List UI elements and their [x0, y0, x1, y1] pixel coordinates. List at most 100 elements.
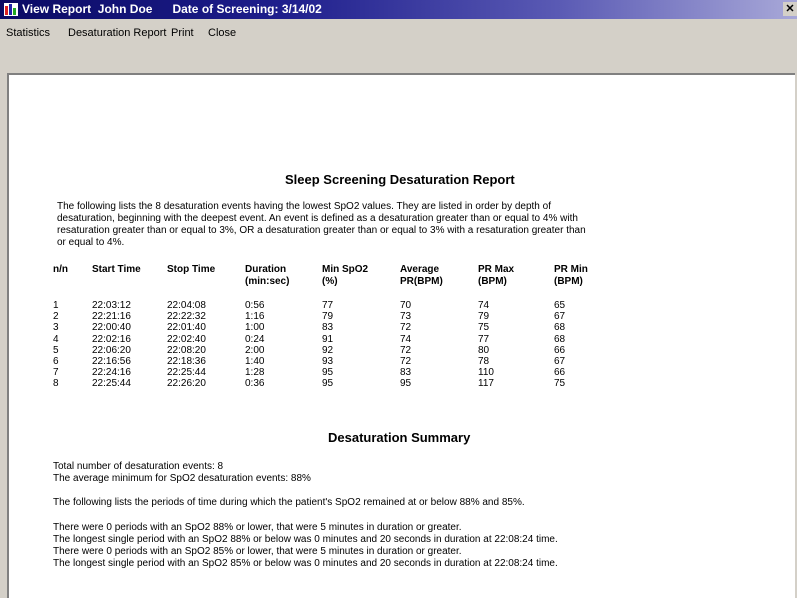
table-cell: 77: [478, 333, 490, 345]
table-cell: 22:26:20: [167, 378, 206, 390]
close-window-button[interactable]: ✕: [783, 2, 797, 16]
table-cell: 4: [53, 333, 59, 345]
table-cell: 75: [478, 322, 490, 334]
column-header: n/n: [53, 264, 68, 276]
table-cell: 68: [554, 322, 566, 334]
column-header-line: n/n: [53, 264, 68, 275]
table-cell: 117: [478, 378, 494, 390]
table-cell: 0:56: [245, 300, 265, 311]
column-header: Start Time: [92, 264, 141, 276]
desaturation-table: n/n Start Time Stop Time Duration (min:sec) M…: [9, 75, 797, 405]
table-cell: 70: [400, 300, 412, 311]
table-cell: 95: [322, 378, 334, 390]
column-header-line: Duration: [245, 264, 287, 275]
summary-total-events: Total number of desaturation events: 8: [53, 461, 224, 472]
menu-print[interactable]: Print: [171, 27, 194, 39]
table-cell: 1:40: [245, 356, 265, 367]
table-cell: 1:00: [245, 322, 265, 334]
column-header: PR Max (BPM): [478, 264, 514, 288]
table-cell: 1:16: [245, 311, 265, 323]
table-cell: 1:28: [245, 367, 265, 379]
table-cell: 74: [478, 300, 490, 311]
column-header-line: Start Time: [92, 264, 141, 275]
table-cell: 72: [400, 322, 412, 334]
table-cell: 67: [554, 356, 566, 367]
table-cell: 65: [554, 300, 566, 311]
table-cell: 5: [53, 344, 59, 356]
table-cell: 83: [322, 322, 334, 334]
table-cell: 68: [554, 333, 566, 345]
table-cell: 22:03:12: [92, 300, 131, 311]
window-title: View Report John Doe Date of Screening: …: [22, 2, 322, 16]
table-cell: 79: [478, 311, 490, 323]
table-cell: 67: [554, 311, 566, 323]
column-header-line: Average: [400, 264, 440, 275]
table-cell: 1: [53, 300, 59, 311]
table-cell: 22:04:08: [167, 300, 206, 311]
column-header-line: (BPM): [478, 276, 507, 287]
table-cell: 22:24:16: [92, 367, 131, 379]
column-header-line: Min SpO2: [322, 264, 369, 275]
table-cell: 0:24: [245, 333, 265, 345]
table-cell: 79: [322, 311, 334, 323]
table-cell: 22:02:16: [92, 333, 131, 345]
app-chart-icon: [4, 3, 18, 16]
table-cell: 110: [478, 367, 494, 379]
column-header: Average PR(BPM): [400, 264, 443, 288]
table-cell: 22:06:20: [92, 344, 131, 356]
column-header: Min SpO2 (%): [322, 264, 368, 288]
table-cell: 78: [478, 356, 490, 367]
table-cell: 83: [400, 367, 412, 379]
table-cell: 77: [322, 300, 334, 311]
table-cell: 91: [322, 333, 334, 345]
table-cell: 22:00:40: [92, 322, 131, 334]
column-header-line: (min:sec): [245, 276, 290, 287]
table-cell: 22:22:32: [167, 311, 206, 323]
table-cell: 2:00: [245, 344, 265, 356]
table-cell: 22:01:40: [167, 322, 206, 334]
summary-line: The longest single period with an SpO2 8…: [53, 534, 558, 545]
summary-line: There were 0 periods with an SpO2 88% or…: [53, 522, 462, 533]
table-cell: 73: [400, 311, 412, 323]
menu-statistics[interactable]: Statistics: [6, 27, 50, 39]
table-cell: 22:02:40: [167, 333, 206, 345]
column-header: PR Min (BPM): [554, 264, 588, 288]
summary-title: Desaturation Summary: [328, 430, 471, 445]
summary-average-min: The average minimum for SpO2 desaturatio…: [53, 473, 311, 484]
table-cell: 6: [53, 356, 59, 367]
table-cell: 22:25:44: [92, 378, 131, 390]
table-cell: 66: [554, 344, 566, 356]
column-header-line: (BPM): [554, 276, 583, 287]
column-header-line: PR(BPM): [400, 276, 443, 287]
title-bar: View Report John Doe Date of Screening: …: [0, 0, 797, 19]
table-cell: 22:08:20: [167, 344, 206, 356]
menu-desaturation-report[interactable]: Desaturation Report: [68, 27, 166, 39]
table-cell: 66: [554, 367, 566, 379]
column-header-line: Stop Time: [167, 264, 216, 275]
table-cell: 95: [400, 378, 412, 390]
table-cell: 2: [53, 311, 59, 323]
summary-line: There were 0 periods with an SpO2 85% or…: [53, 546, 462, 557]
column-header-line: PR Max: [478, 264, 515, 275]
summary-line: The longest single period with an SpO2 8…: [53, 558, 558, 569]
column-header-line: PR Min: [554, 264, 588, 275]
column-header-line: (%): [322, 276, 338, 287]
table-cell: 80: [478, 344, 490, 356]
table-cell: 8: [53, 378, 59, 390]
table-cell: 72: [400, 344, 412, 356]
table-cell: 0:36: [245, 378, 265, 390]
table-cell: 75: [554, 378, 566, 390]
menu-bar: Statistics Desaturation Report Print Clo…: [0, 19, 797, 41]
menu-close[interactable]: Close: [208, 27, 236, 39]
table-cell: 22:25:44: [167, 367, 206, 379]
table-cell: 22:16:56: [92, 356, 131, 367]
table-cell: 3: [53, 322, 59, 334]
table-cell: 95: [322, 367, 334, 379]
table-cell: 22:18:36: [167, 356, 206, 367]
table-cell: 72: [400, 356, 412, 367]
column-header: Stop Time: [167, 264, 215, 276]
column-header: Duration (min:sec): [245, 264, 289, 288]
table-cell: 7: [53, 367, 59, 379]
summary-periods-intro: The following lists the periods of time …: [53, 497, 525, 508]
table-cell: 22:21:16: [92, 311, 131, 323]
